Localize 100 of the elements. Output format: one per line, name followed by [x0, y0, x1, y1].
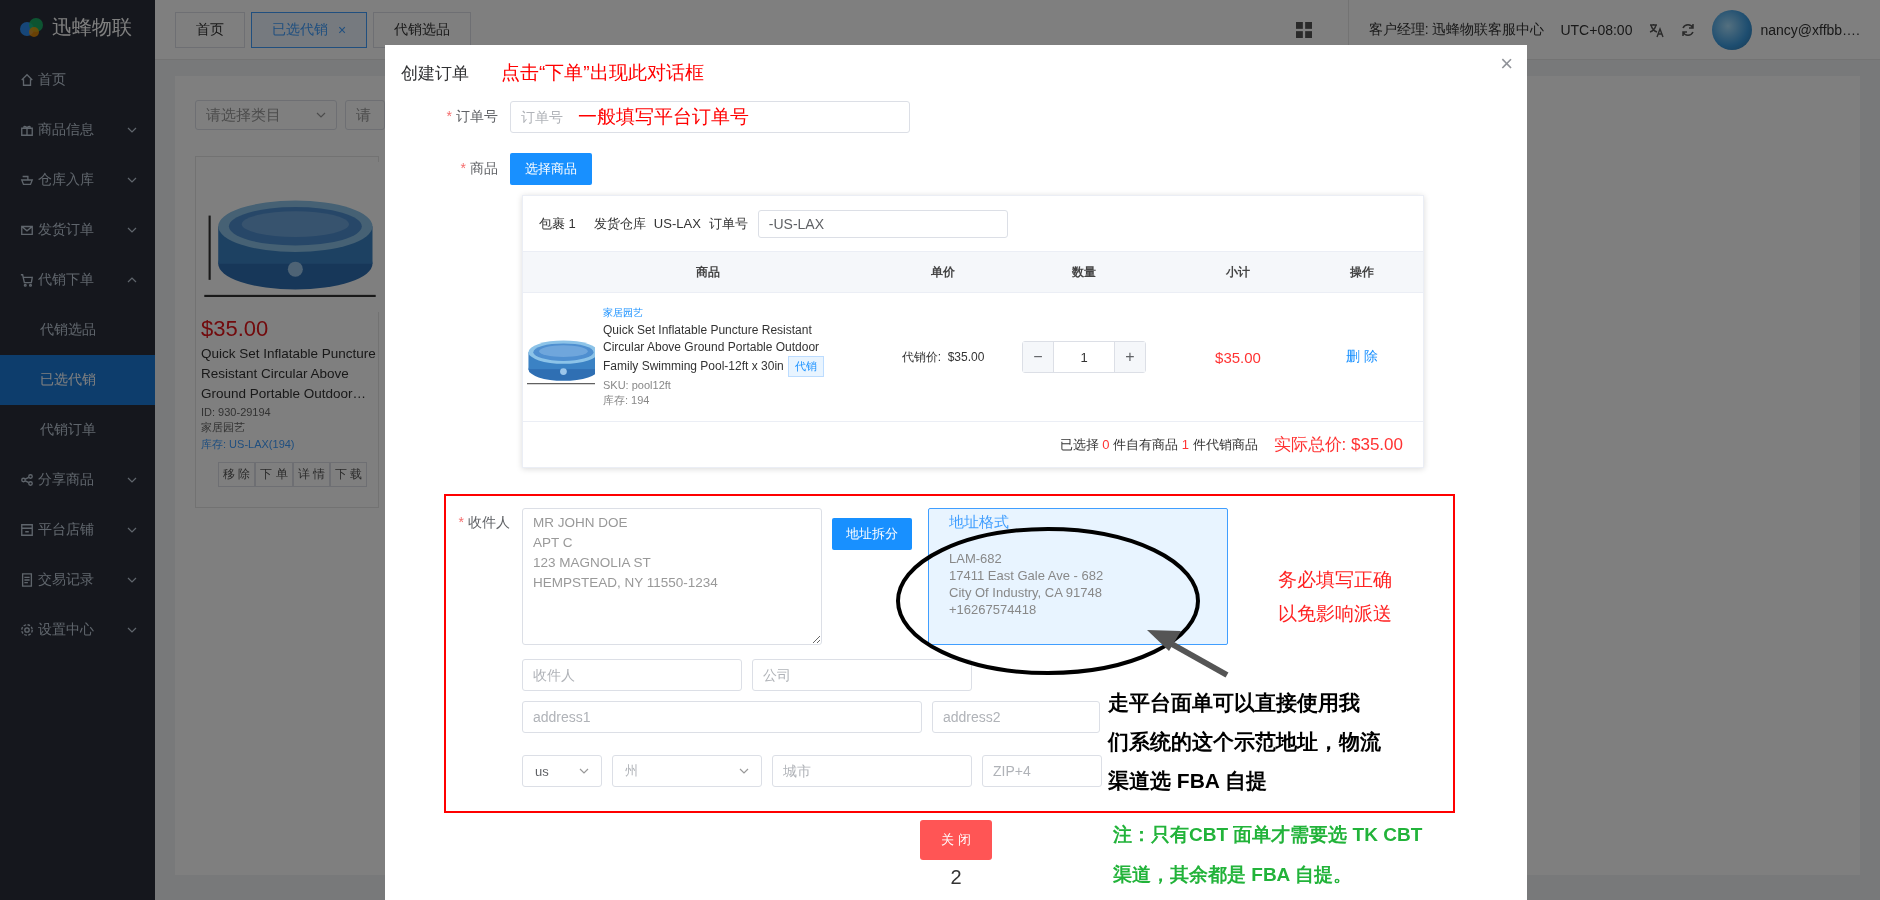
- avatar[interactable]: [1712, 9, 1753, 50]
- package-order-field[interactable]: -US-LAX: [757, 209, 1008, 238]
- stock-link[interactable]: 库存: US-LAX(194): [201, 437, 378, 452]
- chevron-icon: [127, 527, 137, 533]
- column-header: 数量: [1071, 263, 1097, 281]
- package-label: 包裹 1: [539, 214, 576, 233]
- split-address-button[interactable]: 地址拆分: [832, 518, 912, 550]
- translate-icon[interactable]: [1648, 21, 1665, 38]
- column-header: 小计: [1225, 263, 1251, 281]
- sidebar-subitem[interactable]: 已选代销: [0, 355, 155, 405]
- envelope-icon: [20, 223, 34, 237]
- input-field[interactable]: ZIP+4: [982, 755, 1102, 787]
- page-number: 2: [950, 866, 962, 889]
- card-action-button[interactable]: 下 载: [330, 462, 368, 487]
- unit-price: 代销价: $35.00: [901, 348, 985, 366]
- input-field[interactable]: 收件人: [522, 659, 742, 691]
- annotation-text: 点击“下单”出现此对话框: [501, 61, 704, 85]
- cart-icon: [20, 273, 34, 287]
- store-icon: [20, 523, 34, 537]
- gear-icon: [20, 623, 34, 637]
- tab[interactable]: 代销选品: [373, 11, 472, 48]
- share-icon: [20, 473, 34, 487]
- chevron-icon: [127, 477, 137, 483]
- product-id: ID: 930-29194: [201, 406, 272, 418]
- card-action-button[interactable]: 详 情: [292, 462, 331, 487]
- timezone-label: UTC+08:00: [1560, 21, 1633, 38]
- product-title: Quick Set Inflatable Puncture Resistant Circular Above Ground Portable Outdoor…: [201, 345, 377, 403]
- product-category: 家居园艺: [201, 420, 246, 435]
- logo-text: 迅蜂物联: [52, 15, 132, 40]
- input-field[interactable]: address1: [522, 701, 922, 733]
- home-icon: [20, 73, 34, 87]
- sidebar-item[interactable]: 商品信息: [0, 105, 155, 155]
- chevron-icon: [127, 277, 137, 283]
- sidebar-item[interactable]: 首页: [0, 55, 155, 105]
- close-button[interactable]: ×: [1500, 51, 1513, 77]
- platform-note: 走平台面单可以直接使用我 们系统的这个示范地址，物流 渠道选 FBA 自提: [1108, 690, 1381, 794]
- subtotal: $35.00: [1215, 348, 1261, 366]
- warning-note: 务必填写正确 以免影响派送: [1278, 568, 1392, 626]
- field-label: 商品: [470, 160, 498, 176]
- sidebar-subitem[interactable]: 代销选品: [0, 305, 155, 355]
- sidebar-item[interactable]: 交易记录: [0, 555, 155, 605]
- close-dialog-button[interactable]: 关 闭: [920, 820, 992, 860]
- selection-summary: 已选择 0 件自有商品 1 件代销商品: [1059, 435, 1258, 454]
- select-product-button[interactable]: 选择商品: [510, 153, 592, 185]
- decrement-button[interactable]: −: [1023, 342, 1053, 372]
- caret-icon: [316, 112, 326, 118]
- card-action-button[interactable]: 移 除: [218, 462, 256, 487]
- format-title: 地址格式: [949, 513, 1010, 532]
- sidebar-subitem[interactable]: 代销订单: [0, 405, 155, 455]
- format-line: LAM-682: [949, 550, 1003, 567]
- logo-icon: [18, 15, 46, 40]
- increment-button[interactable]: +: [1115, 342, 1145, 372]
- cbt-note: 注：只有CBT 面单才需要选 TK CBT 渠道，其余都是 FBA 自提。: [1113, 823, 1423, 887]
- category-link[interactable]: 家居园艺: [603, 306, 848, 320]
- format-line: 17411 East Gale Ave - 682: [949, 567, 1105, 584]
- chevron-icon: [127, 127, 137, 133]
- gift-icon: [20, 123, 34, 137]
- input-field[interactable]: 城市: [772, 755, 972, 787]
- stock-text: 库存: 194: [603, 393, 651, 408]
- input-field[interactable]: 公司: [752, 659, 972, 691]
- sidebar-item[interactable]: 平台店铺: [0, 505, 155, 555]
- input-field[interactable]: address2: [932, 701, 1100, 733]
- address-textarea[interactable]: MR JOHN DOE APT C 123 MAGNOLIA ST HEMPSTEAD, NY 11550-1234: [522, 508, 822, 645]
- required-mark: *: [458, 514, 464, 530]
- warehouse-label: 发货仓库: [593, 214, 646, 233]
- required-mark: *: [460, 160, 466, 176]
- format-line: +16267574418: [949, 601, 1038, 618]
- sidebar-item[interactable]: 仓库入库: [0, 155, 155, 205]
- caret-icon: [579, 768, 589, 774]
- format-line: City Of Industry, CA 91748: [949, 584, 1103, 601]
- refresh-icon[interactable]: [1680, 21, 1697, 38]
- caret-icon: [739, 768, 749, 774]
- sidebar-item[interactable]: 设置中心: [0, 605, 155, 655]
- chevron-icon: [127, 627, 137, 633]
- sidebar-item[interactable]: 分享商品: [0, 455, 155, 505]
- sidebar-item[interactable]: 发货订单: [0, 205, 155, 255]
- warehouse-value: US-LAX: [653, 216, 701, 231]
- annotation-text: 一般填写平台订单号: [578, 105, 749, 129]
- grid-icon[interactable]: [1295, 21, 1312, 38]
- chevron-icon: [127, 227, 137, 233]
- product-title: Quick Set Inflatable Puncture Resistant Circular Above Ground Portable Outdoor Family Swimming Pool-12ft x 30in 代销: [603, 322, 848, 377]
- tab[interactable]: 已选代销 ×: [251, 11, 368, 48]
- dialog-title: 创建订单: [401, 62, 469, 85]
- select-field[interactable]: us: [522, 755, 602, 787]
- manager-label: 客户经理: 迅蜂物联客服中心: [1368, 20, 1545, 39]
- field-label: 订单号: [456, 108, 498, 124]
- order-label: 订单号: [708, 214, 748, 233]
- product-price: $35.00: [201, 316, 270, 342]
- select-field[interactable]: 州: [612, 755, 762, 787]
- field-label: 收件人: [468, 514, 510, 530]
- column-header: 单价: [930, 263, 956, 281]
- document-icon: [20, 573, 34, 587]
- tab[interactable]: 首页: [175, 11, 245, 48]
- chevron-icon: [127, 177, 137, 183]
- card-action-button[interactable]: 下 单: [255, 462, 293, 487]
- delete-link[interactable]: 删 除: [1346, 348, 1378, 366]
- sidebar-item[interactable]: 代销下单: [0, 255, 155, 305]
- column-header: 操作: [1349, 263, 1375, 281]
- chevron-icon: [127, 577, 137, 583]
- user-name[interactable]: nancy@xffbb….: [1760, 21, 1860, 38]
